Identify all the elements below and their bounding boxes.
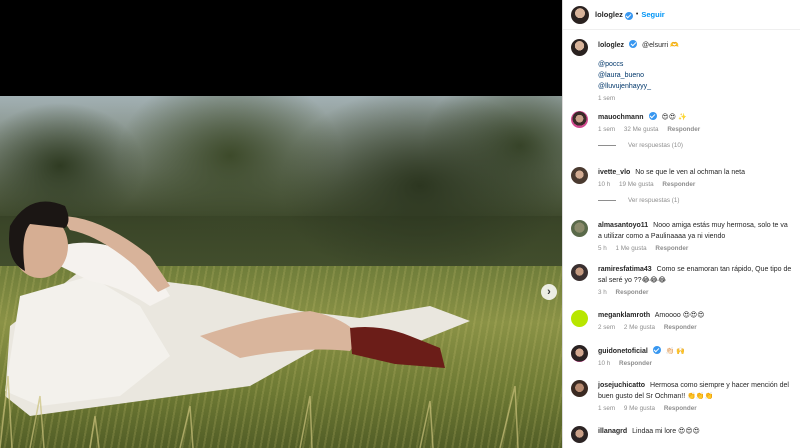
- comment-username[interactable]: guidonetoficial: [598, 348, 648, 355]
- follow-button[interactable]: Seguir: [641, 10, 664, 19]
- avatar[interactable]: [571, 264, 588, 281]
- comment-username[interactable]: almasantoyo11: [598, 222, 648, 229]
- comment-likes[interactable]: 19 Me gusta: [619, 181, 654, 188]
- comment-time: 1 sem: [598, 405, 616, 412]
- caption-mention[interactable]: @lluvujenhayyy_: [598, 81, 792, 92]
- reply-button[interactable]: Responder: [655, 245, 688, 252]
- reply-button[interactable]: Responder: [664, 324, 697, 331]
- post-photo: [0, 96, 562, 448]
- avatar[interactable]: [571, 167, 588, 184]
- comment-likes[interactable]: 1 Me gusta: [616, 245, 647, 252]
- separator-dot: •: [635, 11, 639, 18]
- caption-time: 1 sem: [598, 95, 616, 102]
- avatar[interactable]: [571, 220, 588, 237]
- verified-icon: [624, 11, 633, 20]
- comment-text: Amoooo 😍😍😍: [654, 312, 705, 319]
- comment: ivette_vlo No se que le ven al ochman la…: [571, 167, 793, 204]
- reply-button[interactable]: Responder: [616, 289, 649, 296]
- comment-likes[interactable]: 9 Me gusta: [624, 405, 655, 412]
- comment-time: 1 sem: [598, 126, 616, 133]
- comment-username[interactable]: ivette_vlo: [598, 169, 630, 176]
- comment: josejuchicatto Hermosa como siempre y ha…: [571, 380, 793, 412]
- caption-mention[interactable]: @laura_bueno: [598, 70, 792, 81]
- avatar[interactable]: [571, 426, 588, 443]
- comment-username[interactable]: ramiresfatima43: [598, 266, 652, 273]
- reply-button[interactable]: Responder: [664, 405, 697, 412]
- comment-username[interactable]: josejuchicatto: [598, 382, 645, 389]
- comments-list: lologlez @elsurri 🫶 @poccs @laura_bueno …: [563, 30, 800, 443]
- comment: ramiresfatima43 Como se enamoran tan ráp…: [571, 264, 793, 296]
- comment-text: 👏🏻 🙌: [665, 348, 686, 355]
- caption-mention[interactable]: @poccs: [598, 59, 792, 70]
- comment: illanagrd Lindaa mi lore 😍😍😍: [571, 426, 793, 443]
- post-header: lologlez • Seguir: [563, 0, 800, 30]
- reply-button[interactable]: Responder: [662, 181, 695, 188]
- avatar[interactable]: [571, 5, 589, 24]
- avatar[interactable]: [571, 39, 588, 56]
- photo-woman-reclining: [0, 201, 519, 448]
- avatar[interactable]: [571, 310, 588, 327]
- comments-panel: lologlez • Seguir lologlez @elsurri 🫶 @p…: [562, 0, 800, 448]
- view-replies-button[interactable]: Ver respuestas (1): [598, 197, 792, 204]
- comment-username[interactable]: mauochmann: [598, 114, 644, 121]
- comment: mauochmann 😍😍 ✨ 1 sem 32 Me gusta Respon…: [571, 111, 793, 149]
- comment-time: 5 h: [598, 245, 607, 252]
- caption: lologlez @elsurri 🫶 @poccs @laura_bueno …: [571, 39, 793, 102]
- avatar[interactable]: [571, 345, 588, 362]
- comment-text: 😍😍 ✨: [661, 114, 687, 121]
- comment-username[interactable]: meganklamroth: [598, 312, 650, 319]
- comment-username[interactable]: illanagrd: [598, 428, 627, 435]
- comment-time: 10 h: [598, 360, 611, 367]
- verified-icon: [652, 346, 661, 354]
- comment-text: No se que le ven al ochman la neta: [635, 169, 745, 176]
- comment: guidonetoficial 👏🏻 🙌 10 h Responder: [571, 345, 793, 367]
- next-image-button[interactable]: ›: [541, 284, 557, 300]
- caption-username[interactable]: lologlez: [598, 42, 624, 49]
- comment-likes[interactable]: 32 Me gusta: [624, 126, 659, 133]
- comment: meganklamroth Amoooo 😍😍😍 2 sem 2 Me gust…: [571, 310, 793, 331]
- avatar[interactable]: [571, 380, 588, 397]
- view-replies-button[interactable]: Ver respuestas (10): [598, 142, 792, 149]
- verified-icon: [629, 40, 638, 48]
- comment-likes[interactable]: 2 Me gusta: [624, 324, 655, 331]
- comment-time: 2 sem: [598, 324, 616, 331]
- caption-text: @elsurri 🫶: [642, 42, 679, 49]
- comment-text: Lindaa mi lore 😍😍😍: [632, 428, 700, 435]
- comment-time: 10 h: [598, 181, 611, 188]
- comment-time: 3 h: [598, 289, 607, 296]
- post-media: ›: [0, 0, 562, 448]
- reply-button[interactable]: Responder: [619, 360, 652, 367]
- avatar[interactable]: [571, 111, 588, 128]
- verified-icon: [648, 112, 657, 120]
- reply-button[interactable]: Responder: [667, 126, 700, 133]
- comment: almasantoyo11 Nooo amiga estás muy hermo…: [571, 220, 793, 252]
- header-username[interactable]: lologlez: [595, 10, 623, 19]
